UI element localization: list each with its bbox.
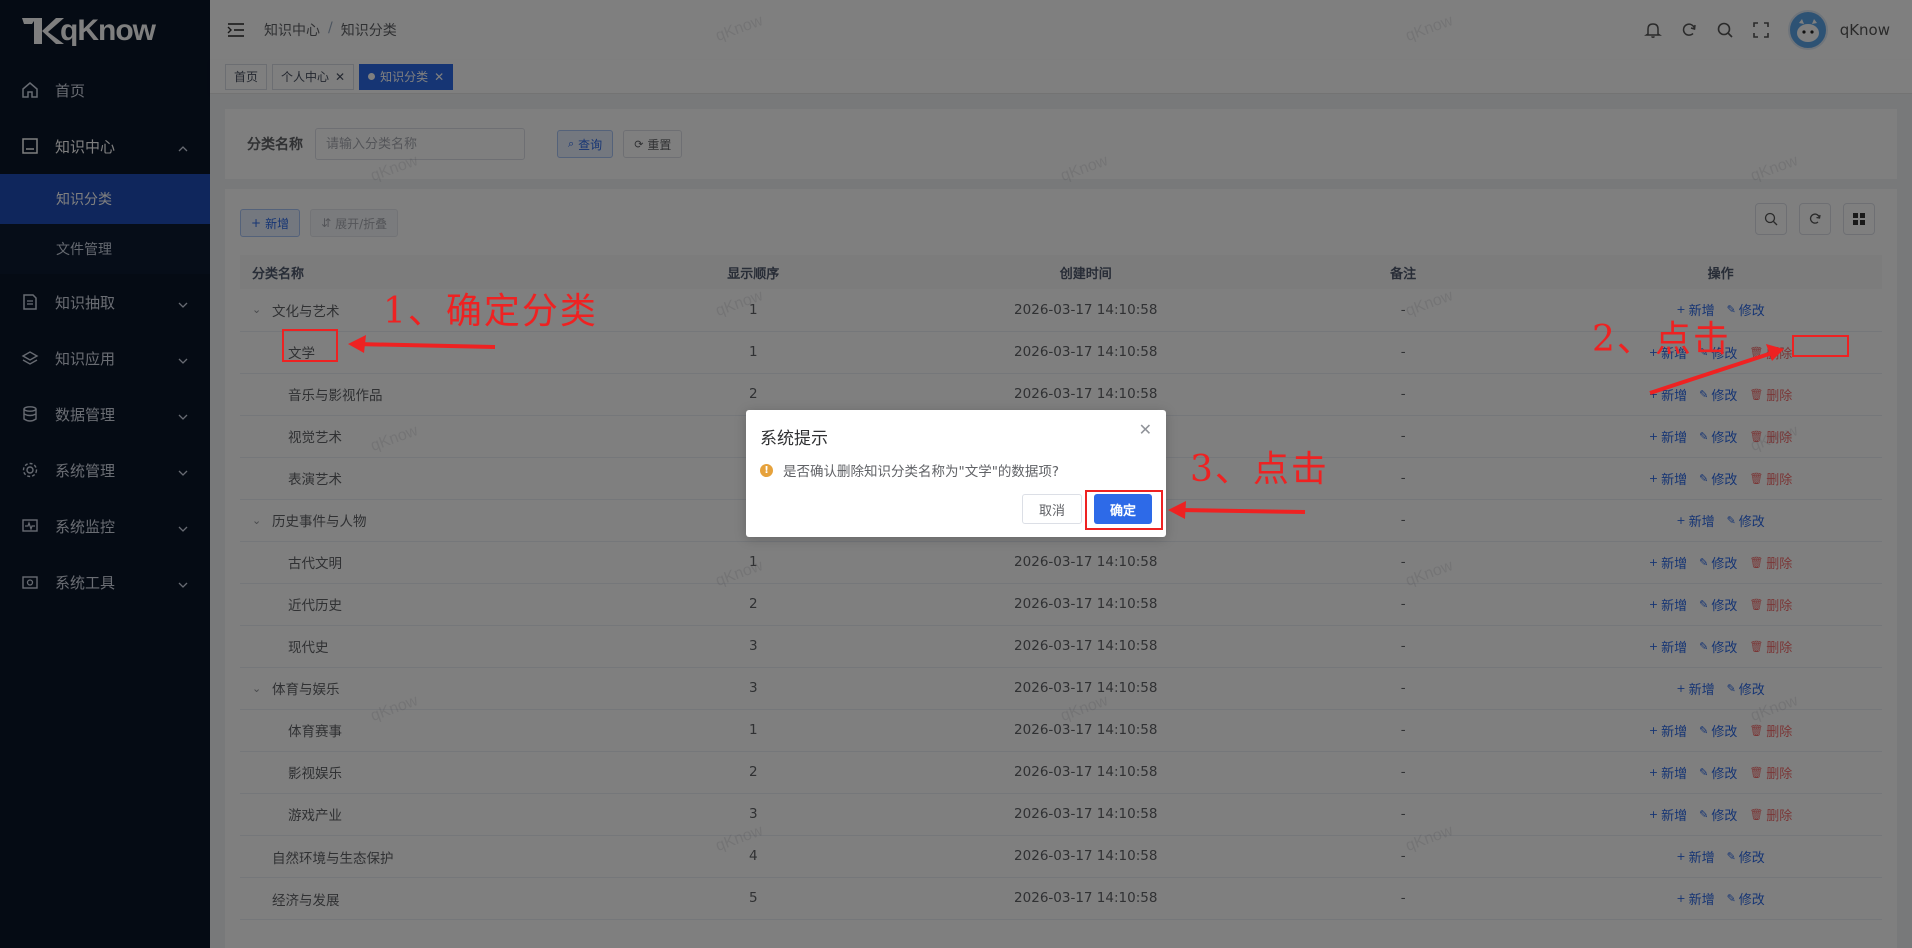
dialog-title: 系统提示 bbox=[760, 429, 828, 449]
annotation-box-row bbox=[282, 329, 338, 362]
close-icon[interactable]: ✕ bbox=[1139, 420, 1152, 439]
annotation-box-delete bbox=[1792, 335, 1849, 357]
annotation-step2: 2、点击 bbox=[1592, 319, 1731, 360]
cancel-button[interactable]: 取消 bbox=[1022, 494, 1082, 524]
annotation-step3: 3、点击 bbox=[1190, 449, 1329, 490]
annotation-box-confirm bbox=[1085, 490, 1163, 530]
warning-icon: ! bbox=[760, 463, 773, 477]
dialog-message: 是否确认删除知识分类名称为"文学"的数据项? bbox=[783, 464, 1060, 480]
annotation-step1: 1、确定分类 bbox=[383, 291, 598, 332]
